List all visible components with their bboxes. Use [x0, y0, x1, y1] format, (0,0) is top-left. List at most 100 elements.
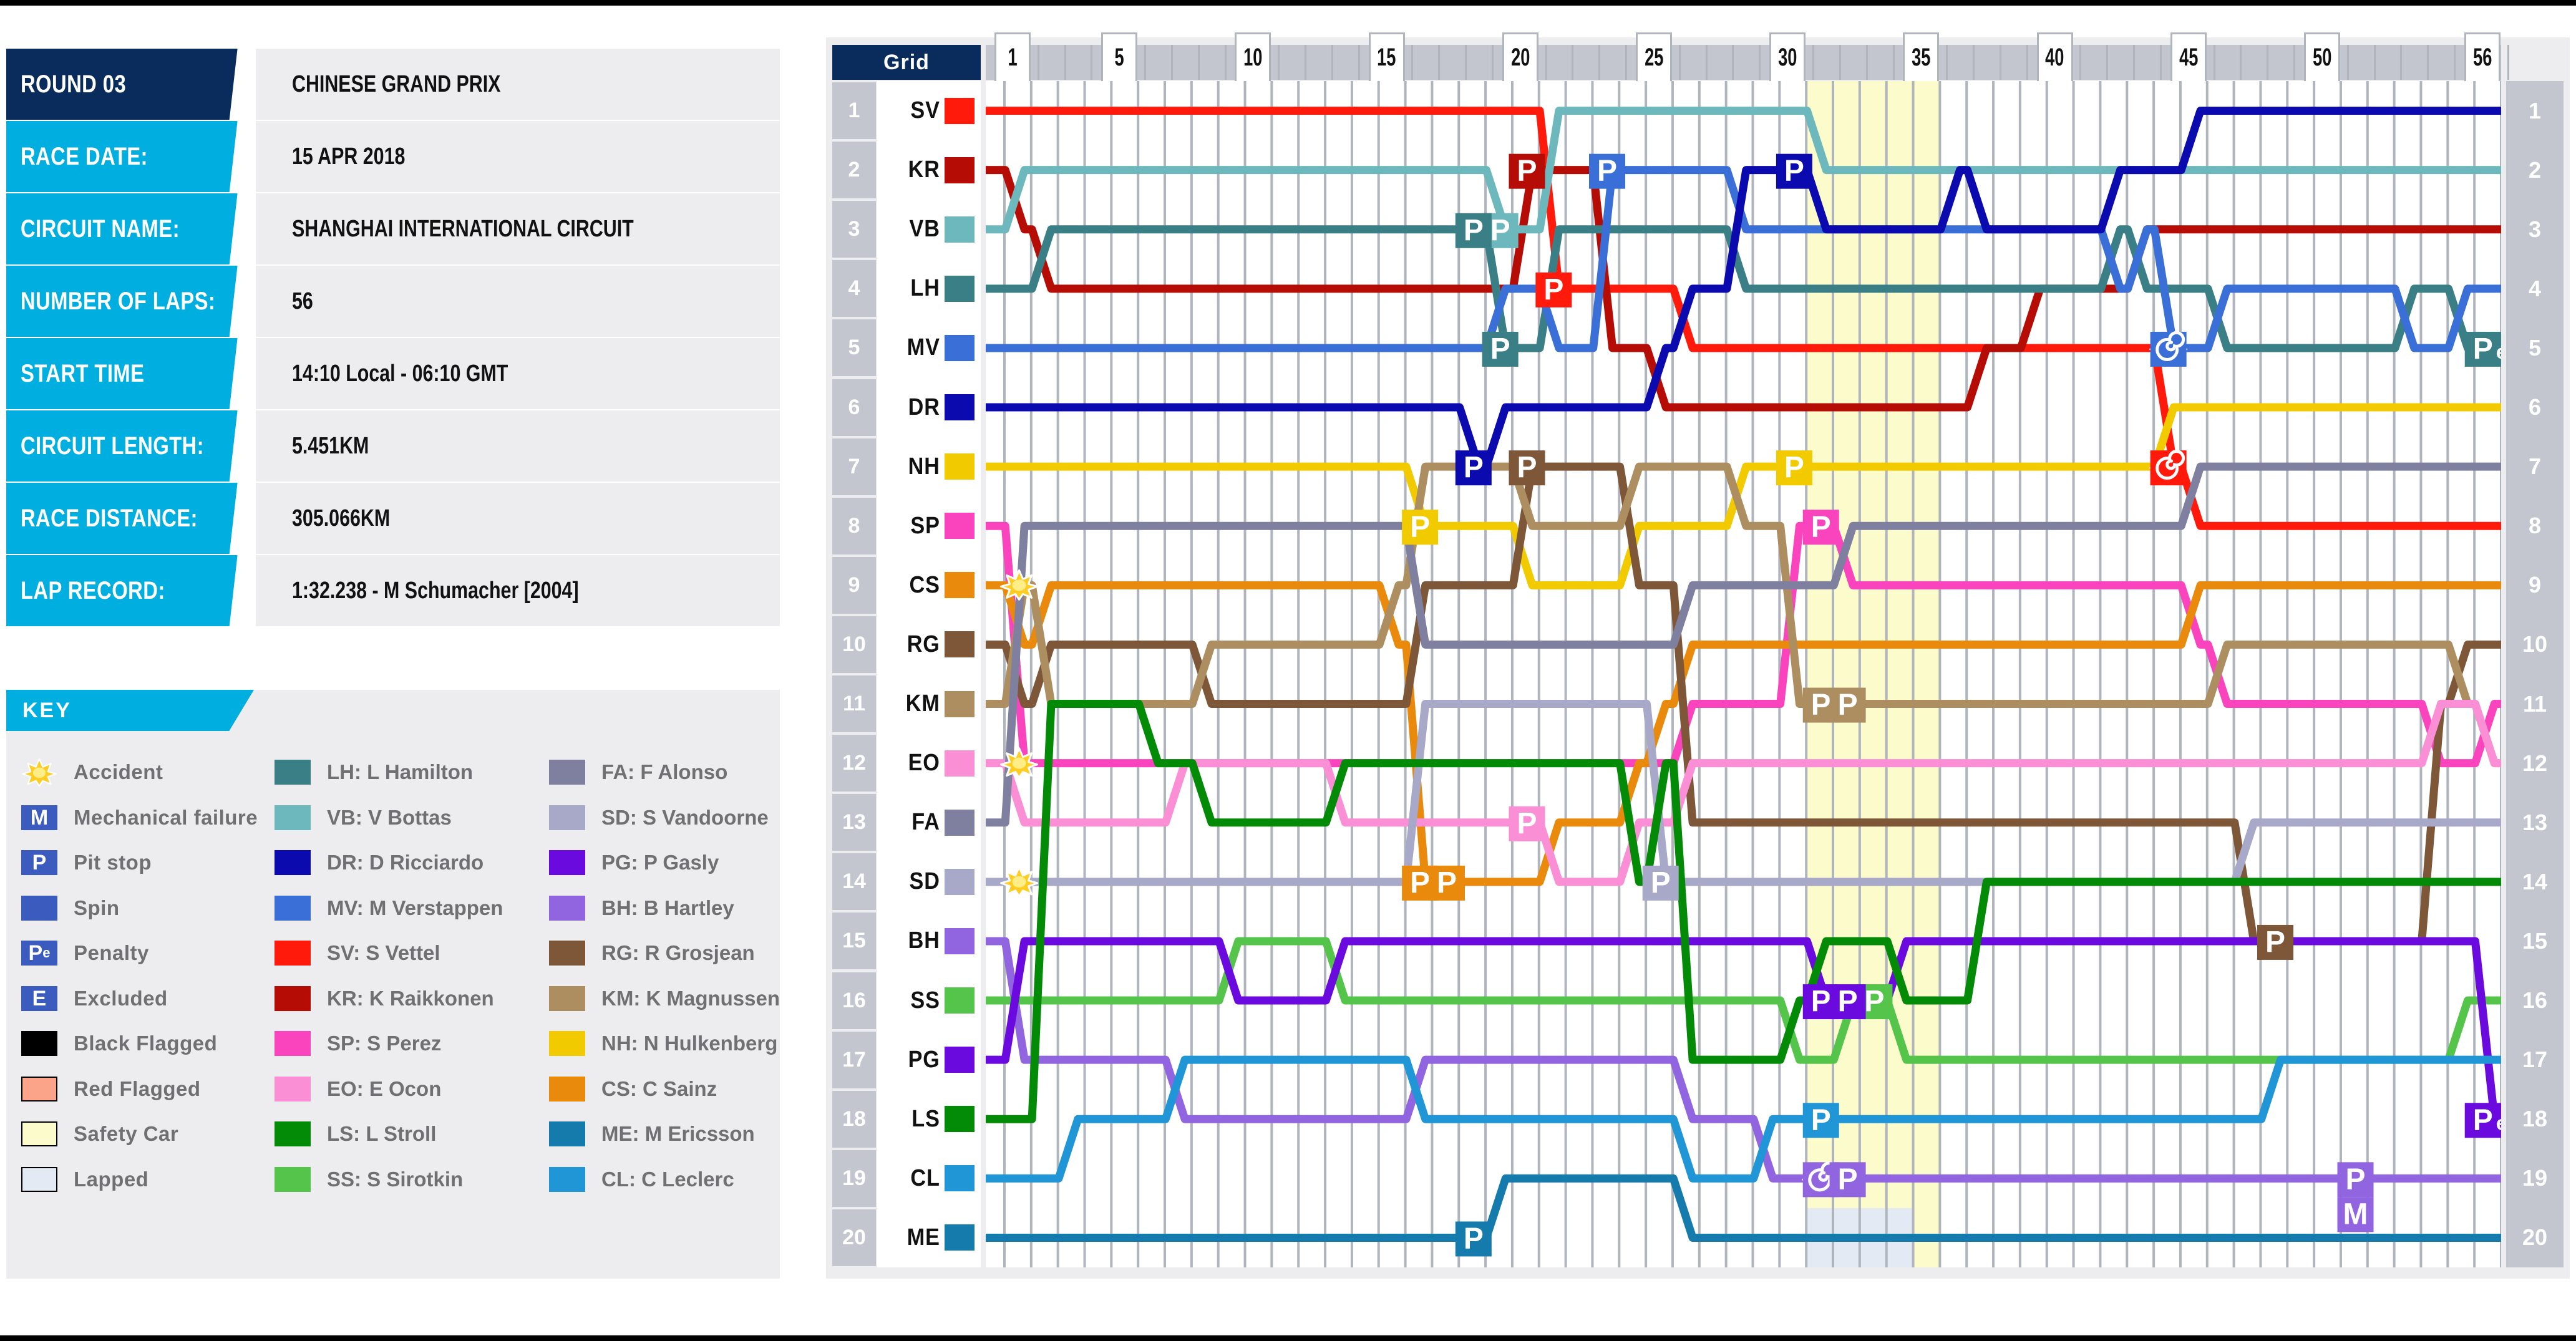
event-badge-p: P — [2257, 924, 2294, 960]
info-row-label: START TIME — [6, 338, 238, 409]
driver-color-swatch — [549, 1121, 585, 1147]
key-driver-item: CS: C Sainz — [549, 1067, 799, 1112]
driver-abbrev: LS — [911, 1105, 940, 1132]
event-badge-pe: Pe — [2464, 331, 2514, 367]
grid-position-cell: 17 — [832, 1031, 876, 1088]
svg-text:P: P — [1838, 689, 1858, 722]
driver-color-swatch — [275, 1166, 311, 1192]
driver-color-swatch — [549, 1031, 585, 1057]
driver-color-chip — [945, 97, 975, 124]
driver-color-chip — [945, 690, 975, 717]
driver-abbrev: CL — [910, 1164, 940, 1191]
driver-abbrev: PG — [908, 1046, 940, 1073]
finish-position-cell: 3 — [2528, 216, 2542, 242]
lap-tick-15: 15 — [1368, 32, 1405, 81]
driver-abbrev: ME — [906, 1224, 940, 1251]
driver-color-chip — [945, 868, 975, 895]
lap-tick-10: 10 — [1235, 32, 1271, 81]
driver-abbrev: KR — [908, 157, 940, 183]
driver-color-chip — [945, 631, 975, 658]
driver-color-swatch — [549, 850, 585, 876]
finish-position-column-right: 1 2 3 4 5 6 7 8 9 10 11 12 13 14 15 16 17 18 19 20 — [2506, 81, 2564, 1267]
finish-position-cell: 19 — [2522, 1165, 2548, 1191]
svg-text:P: P — [1543, 273, 1563, 306]
driver-color-chip — [945, 1106, 975, 1133]
grid-position-cell: 19 — [832, 1150, 876, 1207]
key-drivers-column-1: LH: L Hamilton VB: V Bottas DR: D Ricciard… — [275, 750, 543, 1202]
driver-line-SD — [986, 700, 2501, 886]
key-driver-label: RG: R Grosjean — [601, 941, 755, 965]
lap-column-header — [1734, 45, 1761, 80]
key-driver-label: SS: S Sirotkin — [327, 1167, 464, 1191]
key-color-swatch — [21, 1166, 57, 1192]
key-driver-item: ME: M Ericsson — [549, 1111, 799, 1157]
event-badge-p: P — [1455, 450, 1492, 486]
safety-car-band — [1913, 81, 1940, 1267]
lap-column-header — [1173, 45, 1200, 80]
key-driver-item: LS: L Stroll — [275, 1111, 543, 1157]
info-row-7: LAP RECORD: 1:32.238 - M Schumacher [2004… — [6, 555, 780, 626]
driver-row-RG: RG — [877, 616, 981, 673]
key-driver-item: PG: P Gasly — [549, 840, 799, 886]
lap-column-header — [1333, 45, 1360, 80]
event-badge-p: P — [1509, 450, 1545, 486]
key-driver-item: LH: L Hamilton — [275, 750, 543, 795]
event-badge-p: P — [1802, 510, 1839, 545]
key-driver-label: DR: D Ricciardo — [327, 851, 484, 874]
svg-text:P: P — [1597, 155, 1617, 188]
driver-row-PG: PG — [877, 1031, 981, 1088]
driver-row-NH: NH — [877, 438, 981, 495]
key-panel: KEY Accident M Mechanical failure P Pit stop… — [6, 690, 780, 1279]
driver-color-chip — [945, 1224, 975, 1251]
grid-position-cell: 10 — [832, 616, 876, 673]
lap-number-strip — [986, 45, 2509, 80]
svg-text:P: P — [1784, 451, 1804, 484]
key-driver-label: SD: S Vandoorne — [601, 805, 769, 829]
svg-text:P: P — [1410, 510, 1430, 543]
key-driver-item: VB: V Bottas — [275, 795, 543, 841]
driver-row-DR: DR — [877, 379, 981, 436]
lap-column-header — [1547, 45, 1574, 80]
lap-tick-50: 50 — [2303, 32, 2340, 81]
key-badge-e-icon: E — [21, 985, 57, 1011]
event-badge-p: P — [1829, 984, 1866, 1020]
lap-column-header — [2001, 45, 2028, 80]
lap-column-header — [2215, 45, 2242, 80]
key-event-label: Accident — [74, 760, 163, 784]
svg-text:P: P — [1517, 807, 1537, 840]
lap-column-header — [1467, 45, 1494, 80]
key-badge-pe-icon: Pe — [21, 941, 57, 966]
key-driver-label: EO: E Ocon — [327, 1077, 442, 1100]
info-row-value-wrap: SHANGHAI INTERNATIONAL CIRCUIT — [256, 193, 780, 264]
lap-column-header — [1280, 45, 1307, 80]
event-badge-p: P — [1535, 272, 1572, 307]
svg-text:e: e — [2496, 1111, 2501, 1134]
svg-text:P: P — [1464, 1222, 1484, 1255]
info-row-value-wrap: 14:10 Local - 06:10 GMT — [256, 338, 780, 409]
driver-color-swatch — [275, 850, 311, 876]
key-driver-label: CL: C Leclerc — [601, 1167, 734, 1191]
key-event-label: Red Flagged — [74, 1077, 201, 1100]
key-event-item: Black Flagged — [21, 1021, 271, 1067]
svg-text:P: P — [2473, 1103, 2493, 1136]
lap-tick-56: 56 — [2464, 32, 2501, 81]
grid-position-cell: 11 — [832, 675, 876, 733]
lap-column-header — [2349, 45, 2376, 80]
key-title: KEY — [6, 690, 254, 731]
key-driver-label: BH: B Hartley — [601, 896, 734, 919]
info-row-value-wrap: CHINESE GRAND PRIX — [256, 49, 780, 120]
driver-abbrev: DR — [908, 394, 940, 420]
key-driver-label: ME: M Ericsson — [601, 1122, 755, 1146]
lap-column-header — [2135, 45, 2162, 80]
race-info-panel: ROUND 03 CHINESE GRAND PRIX RACE DATE: 15 A… — [6, 49, 780, 627]
driver-color-swatch — [275, 1076, 311, 1101]
finish-position-cell: 20 — [2522, 1224, 2548, 1251]
lap-column-header — [1600, 45, 1628, 80]
key-event-item: M Mechanical failure — [21, 795, 271, 841]
info-row-value-wrap: 15 APR 2018 — [256, 121, 780, 192]
safety-car-band — [1806, 81, 1834, 1267]
driver-color-chip — [945, 453, 975, 480]
bottom-black-bar — [0, 1335, 2576, 1341]
driver-color-swatch — [549, 895, 585, 921]
svg-text:P: P — [1811, 689, 1831, 722]
